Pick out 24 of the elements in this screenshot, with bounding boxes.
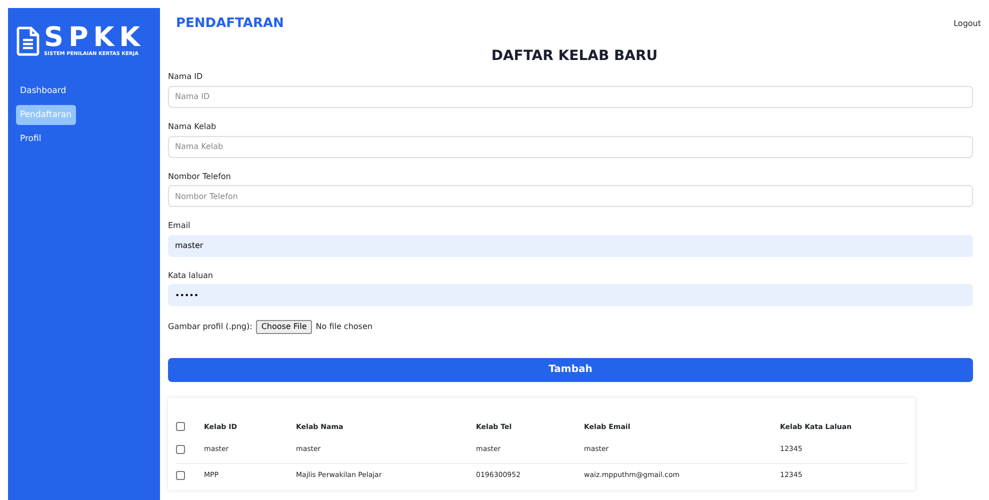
choose-file-button[interactable]: Choose File bbox=[256, 320, 312, 334]
input-field[interactable]: ••••• bbox=[168, 284, 973, 306]
file-status: No file chosen bbox=[316, 322, 372, 332]
field-label: Email bbox=[168, 221, 192, 231]
field-label: Nama ID bbox=[168, 72, 204, 82]
form-title: DAFTAR KELAB BARU bbox=[490, 48, 659, 64]
checkbox[interactable] bbox=[176, 471, 185, 480]
sidebar-item[interactable]: Profil bbox=[16, 129, 46, 150]
sidebar-item[interactable]: Dashboard bbox=[16, 81, 70, 102]
checkbox[interactable] bbox=[176, 444, 185, 454]
document-icon bbox=[16, 26, 40, 56]
field-label: Nama Kelab bbox=[168, 122, 218, 132]
submit-button[interactable]: Tambah bbox=[168, 358, 973, 382]
file-label: Gambar profil (.png): bbox=[168, 322, 252, 332]
page-title: PENDAFTARAN bbox=[176, 16, 284, 32]
checkbox[interactable] bbox=[176, 422, 185, 431]
logout-link[interactable]: Logout bbox=[954, 19, 981, 29]
input-field[interactable]: Nama Kelab bbox=[168, 136, 973, 158]
field-label: Kata laluan bbox=[168, 270, 214, 280]
field-label: Nombor Telefon bbox=[168, 172, 232, 182]
input-field[interactable]: Nama ID bbox=[168, 86, 973, 108]
input-field[interactable]: master bbox=[168, 234, 973, 257]
logo-text: SPKK bbox=[44, 24, 146, 51]
input-field[interactable]: Nombor Telefon bbox=[168, 185, 973, 208]
